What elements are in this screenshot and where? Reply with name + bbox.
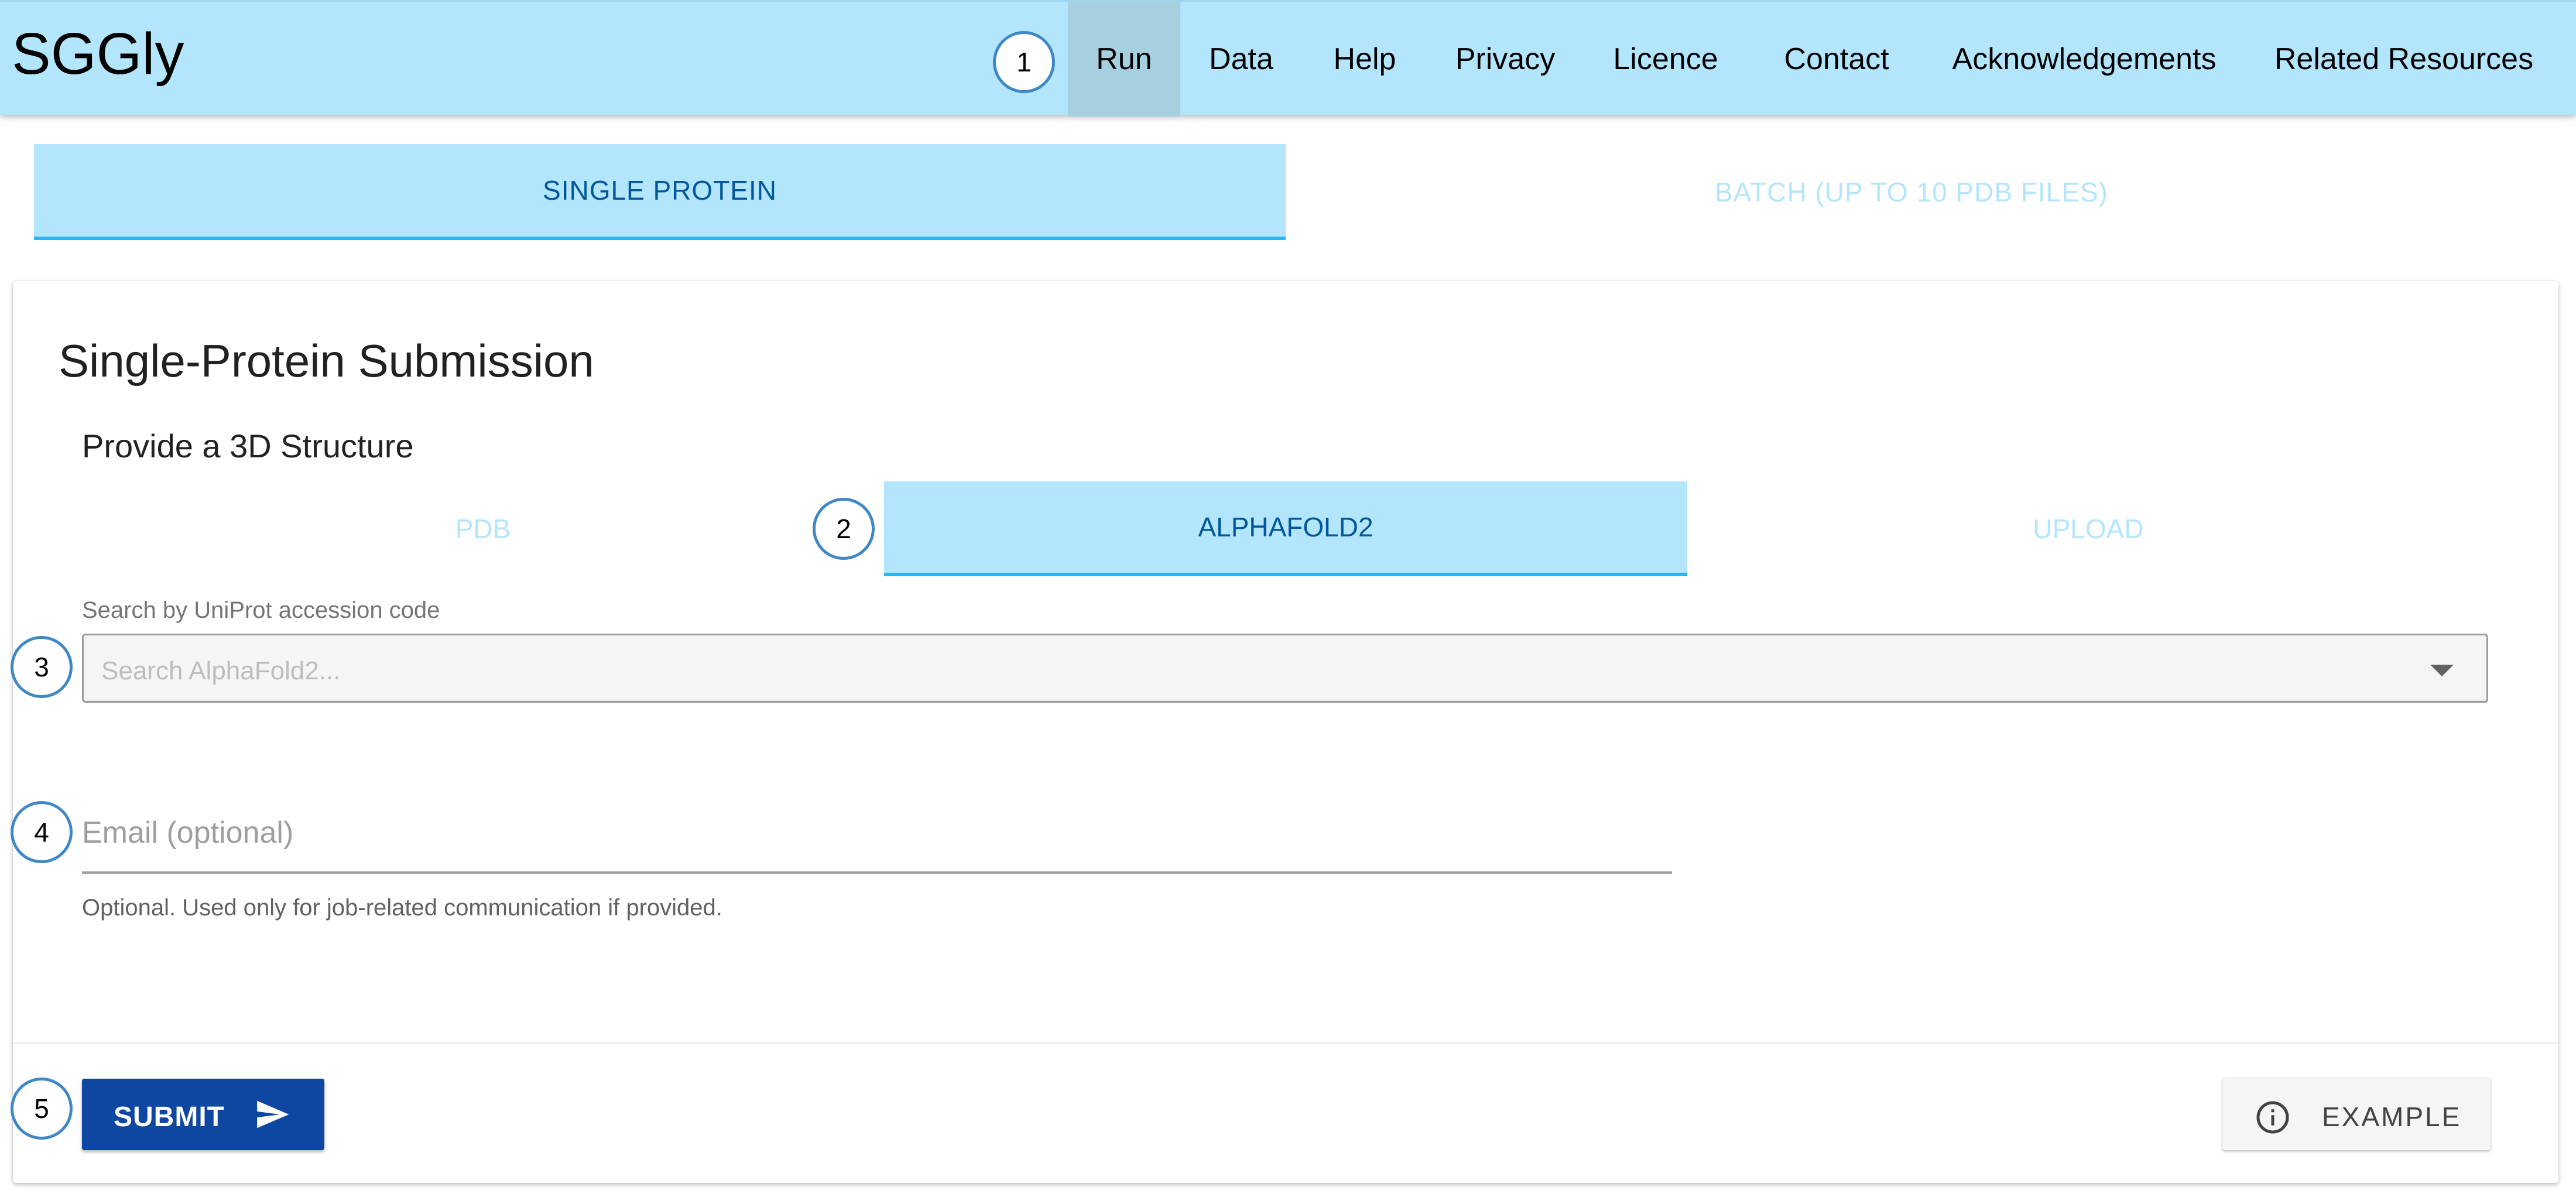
nav-item-related-resources[interactable]: Related Resources — [2255, 2, 2553, 117]
search-field-label: Search by UniProt accession code — [82, 597, 440, 623]
tab-upload[interactable]: UPLOAD — [1687, 481, 2489, 576]
submission-card — [13, 281, 2558, 1183]
tab-batch[interactable]: BATCH (UP TO 10 PDB FILES) — [1286, 144, 2537, 240]
nav-item-contact[interactable]: Contact — [1760, 2, 1913, 117]
card-title: Single-Protein Submission — [59, 335, 594, 387]
nav-item-data[interactable]: Data — [1192, 2, 1290, 117]
email-placeholder: Email (optional) — [82, 816, 294, 850]
nav-item-run[interactable]: Run — [1068, 2, 1180, 117]
nav-item-privacy[interactable]: Privacy — [1439, 2, 1571, 117]
section-title: Provide a 3D Structure — [82, 428, 414, 464]
card-footer-divider — [13, 1042, 2558, 1044]
callout-marker-2: 2 — [813, 498, 875, 560]
top-navbar: SGGly 1 Run Data Help Privacy Licence Co… — [0, 0, 2576, 117]
nav-item-acknowledgements[interactable]: Acknowledgements — [1934, 2, 2234, 117]
send-icon — [257, 1100, 289, 1128]
example-label: EXAMPLE — [2322, 1102, 2462, 1132]
nav-item-licence[interactable]: Licence — [1592, 2, 1739, 117]
page: SGGly 1 Run Data Help Privacy Licence Co… — [0, 0, 2576, 1197]
chevron-down-icon[interactable] — [2430, 665, 2454, 676]
submit-button[interactable]: SUBMIT — [82, 1079, 324, 1150]
app-logo-title[interactable]: SGGly — [12, 22, 184, 86]
nav-item-help[interactable]: Help — [1310, 2, 1419, 117]
email-field[interactable]: Email (optional) — [82, 802, 1672, 874]
submit-label: SUBMIT — [114, 1102, 225, 1133]
callout-marker-1: 1 — [993, 31, 1055, 93]
search-placeholder: Search AlphaFold2... — [101, 656, 341, 685]
alphafold-search-select[interactable]: Search AlphaFold2... — [82, 634, 2488, 703]
example-button[interactable]: EXAMPLE — [2222, 1078, 2491, 1150]
callout-marker-3: 3 — [11, 636, 73, 698]
tab-alphafold2[interactable]: ALPHAFOLD2 — [884, 481, 1687, 576]
email-hint: Optional. Used only for job-related comm… — [82, 895, 722, 921]
info-icon — [2256, 1101, 2289, 1134]
callout-marker-4: 4 — [11, 801, 73, 863]
tab-pdb[interactable]: PDB — [82, 481, 884, 576]
callout-marker-5: 5 — [11, 1078, 73, 1140]
tab-single-protein[interactable]: SINGLE PROTEIN — [34, 144, 1286, 240]
